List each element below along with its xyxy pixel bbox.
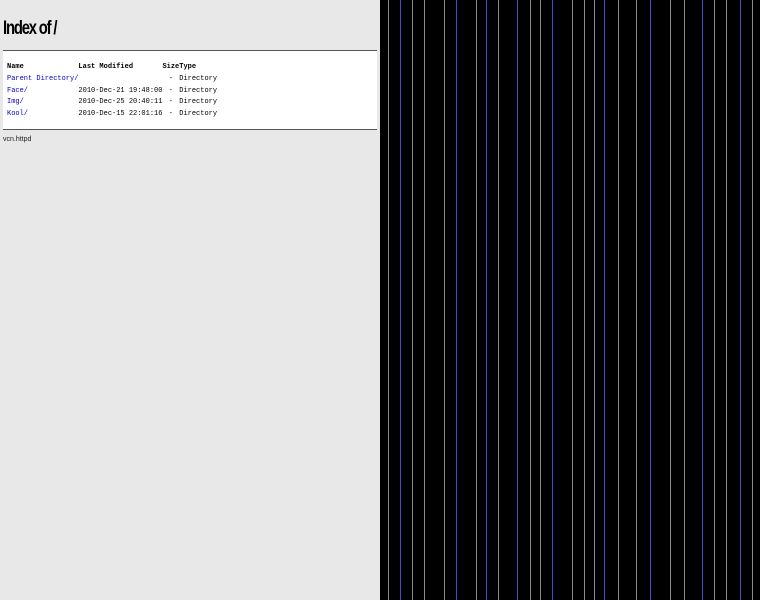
table-row: Parent Directory/ - Directory [7, 74, 219, 86]
table-row: Face/ 2010-Dec-21 19:48:00 - Directory [7, 86, 219, 98]
size-cell: - [168, 86, 173, 95]
stripe-line [594, 0, 595, 600]
table-row: Img/ 2010-Dec-25 20:40:11 - Directory [7, 97, 219, 109]
stripe-line [388, 0, 389, 600]
directory-link-face[interactable]: Face/ [7, 87, 28, 95]
stripe-line [572, 0, 573, 600]
stripe-line [752, 0, 753, 600]
stripe-line [670, 0, 671, 600]
size-cell: - [168, 75, 173, 83]
stripe-line [476, 0, 477, 600]
last-modified-cell [78, 74, 162, 86]
type-cell: Directory [179, 75, 218, 83]
stripe-line [412, 0, 413, 600]
stripe-line [517, 0, 518, 600]
stripe-line [444, 0, 445, 600]
stripe-line [498, 0, 499, 600]
last-modified-cell: 2010-Dec-21 19:48:00 [78, 86, 163, 95]
stripe-line [650, 0, 651, 600]
listing-panel: Name Last Modified Size Type Parent Dire… [3, 50, 377, 130]
stripe-line [400, 0, 401, 600]
stripe-line [636, 0, 637, 600]
stripe-line [604, 0, 605, 600]
size-cell: - [168, 98, 173, 106]
last-modified-cell: 2010-Dec-25 20:40:11 [78, 98, 163, 106]
directory-link-img[interactable]: Img/ [7, 98, 24, 106]
stripe-line [684, 0, 685, 600]
stripe-line [702, 0, 703, 600]
last-modified-cell: 2010-Dec-15 22:01:16 [78, 109, 163, 118]
directory-link-kool[interactable]: Kool/ [7, 110, 28, 118]
type-cell: Directory [179, 109, 218, 118]
stripe-line [424, 0, 425, 600]
column-header-type[interactable]: Type [179, 62, 219, 74]
file-listing-table: Name Last Modified Size Type Parent Dire… [7, 62, 219, 120]
table-header-row: Name Last Modified Size Type [7, 62, 219, 74]
stripe-line [530, 0, 531, 600]
page-title: Index of / [3, 18, 58, 39]
parent-directory-link[interactable]: Parent Directory/ [7, 75, 78, 83]
stripe-line [584, 0, 585, 600]
stripe-line [618, 0, 619, 600]
stripe-line [456, 0, 457, 600]
column-header-last-modified[interactable]: Last Modified [78, 62, 162, 74]
server-signature: vcn.httpd [3, 136, 32, 143]
column-header-name[interactable]: Name [7, 62, 78, 74]
type-cell: Directory [179, 98, 218, 106]
striped-background-panel [380, 0, 760, 600]
stripe-line [714, 0, 715, 600]
stripe-line [552, 0, 553, 600]
size-cell: - [168, 109, 173, 118]
stripe-line [740, 0, 741, 600]
directory-listing-page: Index of / Name Last Modified Size Type … [0, 0, 380, 600]
table-row: Kool/ 2010-Dec-15 22:01:16 - Directory [7, 109, 219, 121]
stripe-line [486, 0, 487, 600]
stripe-line [540, 0, 541, 600]
type-cell: Directory [179, 86, 218, 95]
column-header-size[interactable]: Size [162, 62, 179, 74]
stripe-line [726, 0, 727, 600]
